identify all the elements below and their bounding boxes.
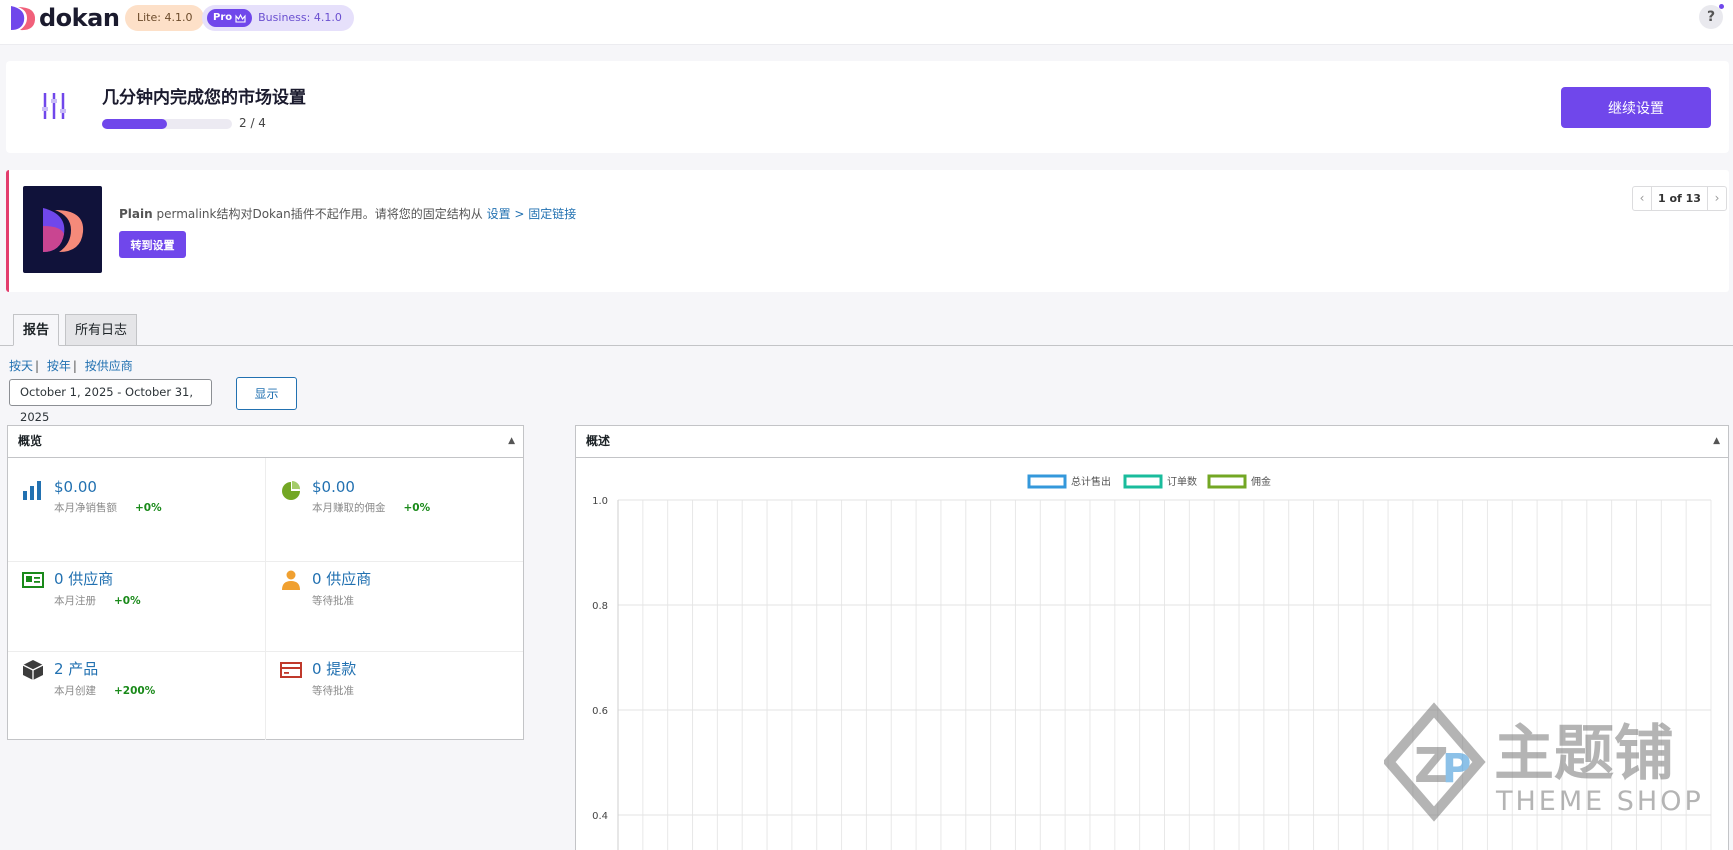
lite-version-badge: Lite: 4.1.0 (125, 5, 205, 31)
setup-title: 几分钟内完成您的市场设置 (102, 88, 306, 108)
svg-text:P: P (1442, 746, 1471, 792)
stat-value: 0 供应商 (54, 570, 114, 588)
dokan-logo-icon (11, 6, 36, 31)
stat-commission: $0.00 本月赚取的佣金 +0% (279, 478, 430, 515)
overview-box: 概览 ▲ $0.00 本月净销售额 +0% $0.00 本月赚取的佣金 +0% 0 … (7, 425, 524, 740)
stat-withdrawals-pending: 0 提款 等待批准 (279, 658, 356, 698)
sublink-by-day[interactable]: 按天 (9, 359, 33, 373)
top-bar: dokan Lite: 4.1.0 Pro Business: 4.1.0 ? (0, 0, 1733, 45)
pro-version-badge: Pro Business: 4.1.0 (202, 5, 354, 31)
notice-strong: Plain (119, 207, 153, 221)
notice-message: Plain permalink结构对Dokan插件不起作用。请将您的固定结构从 … (119, 205, 576, 222)
legend-swatch (1207, 474, 1247, 489)
stat-label: 本月赚取的佣金 (312, 502, 386, 514)
summary-header[interactable]: 概述 ▲ (576, 426, 1728, 458)
pro-pill: Pro (207, 9, 253, 27)
watermark-sub: THEME SHOP (1495, 786, 1704, 817)
report-sublinks: 按天 | 按年 | 按供应商 (9, 359, 133, 373)
legend-label[interactable]: 佣金 (1251, 475, 1271, 488)
y-tick-label: 0.8 (592, 601, 608, 612)
show-button[interactable]: 显示 (236, 377, 297, 410)
bar-chart-icon (23, 481, 41, 500)
setup-progress-text: 2 / 4 (239, 116, 266, 130)
stat-label: 本月净销售额 (54, 502, 117, 514)
settings-link[interactable]: 设置 (487, 207, 511, 221)
grid-divider (8, 561, 523, 562)
pager-next-button[interactable]: › (1708, 187, 1726, 210)
y-tick-label: 1.0 (592, 496, 608, 507)
pager-prev-button[interactable]: ‹ (1633, 187, 1651, 210)
logo-text: dokan (39, 4, 120, 32)
pie-chart-icon (282, 481, 300, 500)
sublink-by-year[interactable]: 按年 (47, 359, 71, 373)
business-version: Business: 4.1.0 (258, 11, 342, 24)
theme-shop-watermark: Z P 主题铺 THEME SHOP (1384, 702, 1704, 822)
setup-progress-fill (102, 119, 167, 129)
stat-value: 0 提款 (312, 660, 357, 678)
crown-icon (235, 13, 246, 23)
stat-label: 等待批准 (312, 685, 354, 697)
stat-change: +0% (114, 595, 141, 607)
user-icon (282, 570, 300, 590)
stat-value: $0.00 (312, 478, 355, 496)
stat-label: 等待批准 (312, 595, 354, 607)
stat-change: +0% (135, 502, 162, 514)
setup-progress-bar (102, 119, 232, 129)
notice-text: permalink结构对Dokan插件不起作用。请将您的固定结构从 (152, 207, 487, 221)
permalink-link[interactable]: 固定链接 (528, 207, 576, 221)
dokan-logo-icon (43, 208, 84, 252)
y-tick-label: 0.6 (592, 706, 608, 717)
stat-change: +200% (114, 685, 156, 697)
summary-title: 概述 (586, 434, 611, 448)
legend-swatch (1027, 474, 1067, 489)
overview-header[interactable]: 概览 ▲ (8, 426, 523, 458)
stat-label: 本月注册 (54, 595, 96, 607)
stat-vendors-pending: 0 供应商 等待批准 (279, 568, 371, 608)
sublink-by-vendor[interactable]: 按供应商 (85, 359, 133, 373)
y-tick-label: 0.4 (592, 811, 608, 822)
stat-products-created: 2 产品 本月创建 +200% (21, 658, 155, 698)
watermark-main: 主题铺 (1494, 719, 1674, 789)
stat-vendor-signups: 0 供应商 本月注册 +0% (21, 568, 141, 608)
collapse-toggle-icon[interactable]: ▲ (1713, 426, 1720, 457)
breadcrumb-separator: > (510, 207, 529, 221)
pager-count: 1 of 13 (1651, 187, 1708, 210)
box-icon (22, 660, 44, 680)
notice-pager: ‹ 1 of 13 › (1632, 186, 1727, 211)
date-range-input[interactable]: October 1, 2025 - October 31, 2025 (9, 379, 212, 424)
overview-title: 概览 (18, 434, 43, 448)
legend-swatch (1123, 474, 1163, 489)
grid-divider (265, 458, 266, 740)
stat-net-sales: $0.00 本月净销售额 +0% (21, 478, 162, 515)
sliders-icon (42, 93, 66, 119)
permalink-notice: Plain permalink结构对Dokan插件不起作用。请将您的固定结构从 … (6, 170, 1729, 292)
legend-label[interactable]: 总计售出 (1071, 475, 1111, 488)
goto-settings-button[interactable]: 转到设置 (119, 231, 186, 258)
stat-value: 2 产品 (54, 660, 99, 678)
setup-card: 几分钟内完成您的市场设置 2 / 4 继续设置 (6, 61, 1729, 153)
stat-value: 0 供应商 (312, 570, 372, 588)
continue-setup-button[interactable]: 继续设置 (1561, 87, 1711, 128)
id-card-icon (22, 572, 44, 588)
tabs-divider (0, 345, 1733, 346)
notification-dot (1719, 4, 1724, 9)
tab-all-logs[interactable]: 所有日志 (65, 314, 138, 346)
dokan-notice-logo (23, 186, 102, 273)
pro-label: Pro (213, 12, 233, 23)
tab-reports[interactable]: 报告 (13, 314, 60, 346)
credit-card-icon (280, 662, 302, 678)
stat-value: $0.00 (54, 478, 97, 496)
legend-label[interactable]: 订单数 (1167, 475, 1197, 488)
stat-change: +0% (403, 502, 431, 514)
stat-label: 本月创建 (54, 685, 96, 697)
grid-divider (8, 651, 523, 652)
collapse-toggle-icon[interactable]: ▲ (508, 426, 515, 457)
